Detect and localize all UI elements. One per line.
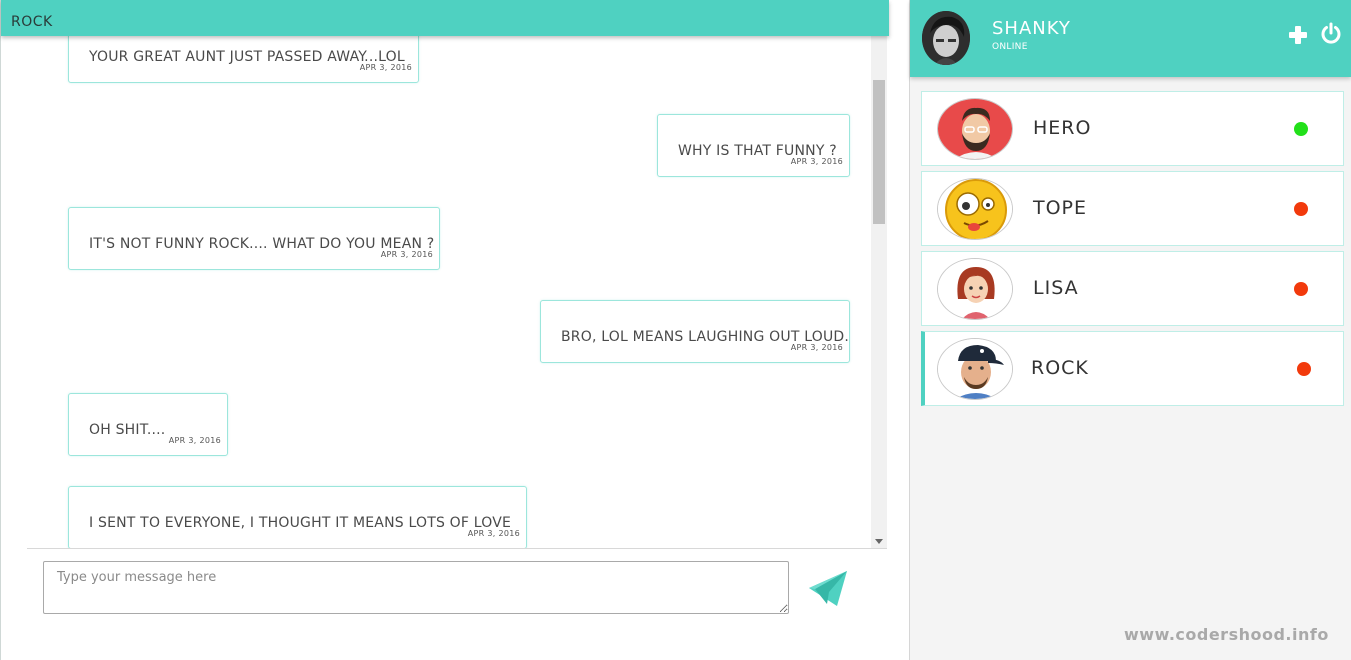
status-indicator [1294,122,1308,136]
message-input[interactable] [43,561,789,614]
woman-avatar [937,258,1013,320]
scrollbar-thumb[interactable] [873,80,885,224]
message-time: APR 3, 2016 [359,63,412,72]
status-indicator [1294,202,1308,216]
paper-plane-icon [809,571,847,606]
message-time: APR 3, 2016 [168,436,221,445]
contact-item-hero[interactable]: HERO [921,91,1344,166]
message-text: YOUR GREAT AUNT JUST PASSED AWAY...LOL [89,49,405,65]
message-time: APR 3, 2016 [380,250,433,259]
contact-name: HERO [1033,117,1092,139]
message-scrollbar[interactable] [871,30,887,548]
chat-title: ROCK [11,14,53,30]
chat-app: YOUR GREAT AUNT JUST PASSED AWAY...LOL A… [0,0,1351,660]
message-bubble: OH SHIT.... APR 3, 2016 [68,393,228,456]
contact-item-tope[interactable]: TOPE [921,171,1344,246]
cap-man-avatar [937,338,1013,400]
chat-header: ROCK [1,0,889,36]
contact-item-lisa[interactable]: LISA [921,251,1344,326]
contact-name: LISA [1033,277,1079,299]
scroll-down-arrow-icon[interactable] [875,539,883,544]
message-bubble: I SENT TO EVERYONE, I THOUGHT IT MEANS L… [68,486,527,548]
contacts-panel: SHANKY ONLINE HERO TOPE LISA ROCK www.co… [910,0,1351,660]
contact-name: ROCK [1031,357,1089,379]
message-bubble: BRO, LOL MEANS LAUGHING OUT LOUD. APR 3,… [540,300,850,363]
message-text: I SENT TO EVERYONE, I THOUGHT IT MEANS L… [89,515,512,531]
bearded-man-avatar [937,98,1013,160]
status-indicator [1294,282,1308,296]
message-time: APR 3, 2016 [790,343,843,352]
watermark: www.codershood.info [1124,625,1329,644]
message-list[interactable]: YOUR GREAT AUNT JUST PASSED AWAY...LOL A… [1,0,871,548]
send-button[interactable] [807,568,849,608]
message-bubble: WHY IS THAT FUNNY ? APR 3, 2016 [657,114,850,177]
chat-panel: YOUR GREAT AUNT JUST PASSED AWAY...LOL A… [0,0,889,660]
message-bubble: IT'S NOT FUNNY ROCK.... WHAT DO YOU MEAN… [68,207,440,270]
message-time: APR 3, 2016 [467,529,520,538]
contact-item-rock[interactable]: ROCK [921,331,1344,406]
crazy-emoji-avatar [937,178,1013,240]
status-indicator [1297,362,1311,376]
contact-list: HERO TOPE LISA ROCK [910,0,1351,660]
contact-name: TOPE [1033,197,1088,219]
message-time: APR 3, 2016 [790,157,843,166]
message-text: OH SHIT.... [89,422,166,438]
composer-divider [27,548,887,549]
